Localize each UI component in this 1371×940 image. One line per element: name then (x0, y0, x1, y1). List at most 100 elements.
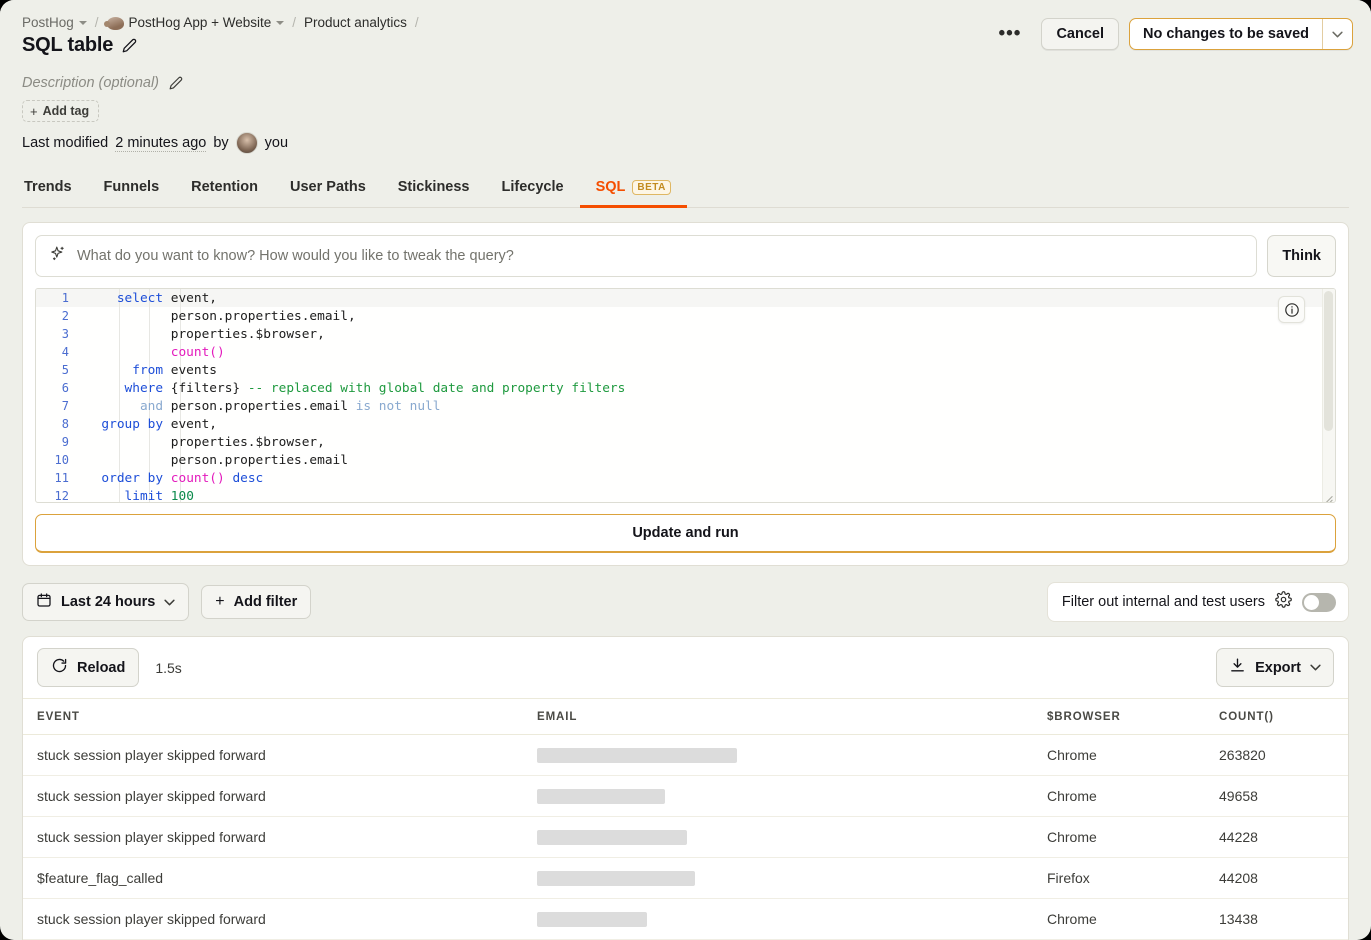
filters-left: Last 24 hours + Add filter (22, 583, 312, 621)
tab-stickiness[interactable]: Stickiness (382, 173, 486, 208)
filter-internal-users-toggle[interactable] (1302, 592, 1336, 612)
line-number: 5 (61, 363, 69, 377)
breadcrumb-item-product-analytics[interactable]: Product analytics (304, 15, 407, 30)
code-lines: 1 select event, 2 person.properties.email… (36, 289, 1335, 502)
cell-browser: Chrome (1033, 734, 1205, 776)
table-header-row: EVENT EMAIL $BROWSER COUNT() (23, 698, 1348, 735)
add-filter-button[interactable]: + Add filter (201, 585, 312, 619)
editor-scrollbar[interactable] (1322, 289, 1335, 502)
code-text: person.properties.email, (80, 309, 1335, 324)
add-filter-label: Add filter (233, 594, 298, 610)
code-line: 7 and person.properties.email is not nul… (36, 397, 1335, 415)
cancel-button[interactable]: Cancel (1041, 18, 1119, 50)
column-header-email[interactable]: EMAIL (523, 698, 1033, 735)
last-modified-by: by (213, 135, 229, 151)
code-text: where {filters} -- replaced with global … (80, 381, 1335, 396)
description-placeholder: Description (optional) (22, 75, 160, 91)
code-line: 2 person.properties.email, (36, 307, 1335, 325)
table-row[interactable]: stuck session player skipped forward Chro… (23, 898, 1348, 940)
reload-button[interactable]: Reload (37, 648, 140, 687)
export-button[interactable]: Export (1216, 648, 1334, 687)
line-number: 7 (61, 399, 69, 413)
add-tag-button[interactable]: + Add tag (22, 100, 100, 122)
code-token: count() (170, 344, 225, 360)
tab-label: Funnels (103, 179, 160, 195)
filter-internal-users-control: Filter out internal and test users (1046, 582, 1349, 622)
table-row[interactable]: stuck session player skipped forward Chro… (23, 775, 1348, 817)
editor-resize-handle[interactable] (1322, 490, 1333, 502)
reload-label: Reload (77, 659, 126, 676)
column-header-event[interactable]: EVENT (23, 698, 523, 735)
tab-trends[interactable]: Trends (22, 173, 88, 208)
query-duration: 1.5s (155, 659, 182, 676)
last-modified-time[interactable]: 2 minutes ago (115, 135, 207, 152)
column-header-count[interactable]: COUNT() (1205, 698, 1348, 735)
gear-icon[interactable] (1275, 591, 1292, 613)
tab-label: Stickiness (397, 179, 470, 195)
toggle-knob (1304, 594, 1319, 610)
code-text: limit 100 (80, 489, 1335, 503)
avatar[interactable] (235, 132, 258, 154)
cell-email (523, 816, 1033, 858)
code-token: events (163, 362, 217, 378)
table-row[interactable]: stuck session player skipped forward Chro… (23, 816, 1348, 858)
code-text: properties.$browser, (80, 327, 1335, 342)
description-row[interactable]: Description (optional) (22, 75, 1349, 91)
sql-code-editor[interactable]: 1 select event, 2 person.properties.email… (35, 288, 1336, 503)
chevron-down-icon (78, 21, 87, 25)
save-dropdown-button[interactable] (1322, 19, 1352, 49)
query-editor-card: What do you want to know? How would you … (22, 222, 1349, 566)
tab-user-paths[interactable]: User Paths (274, 173, 382, 208)
table-row[interactable]: stuck session player skipped forward Chro… (23, 734, 1348, 776)
breadcrumb-separator: / (414, 14, 419, 30)
meta-section: Description (optional) + Add tag Last mo… (0, 67, 1371, 154)
code-token: person.properties.email (86, 452, 348, 468)
code-token: event, (163, 416, 217, 432)
more-options-button[interactable]: ••• (988, 24, 1031, 44)
editor-scrollbar-thumb[interactable] (1324, 291, 1333, 431)
results-panel: Reload 1.5s Export EVENT EMAIL $BROWSER … (22, 636, 1349, 940)
tab-retention[interactable]: Retention (175, 173, 274, 208)
cell-browser: Firefox (1033, 857, 1205, 899)
line-number: 1 (61, 291, 69, 305)
cell-count: 49658 (1205, 775, 1348, 817)
plus-icon: + (30, 103, 38, 119)
cell-count: 263820 (1205, 734, 1348, 776)
hedgehog-icon (103, 16, 124, 30)
last-modified-prefix: Last modified (22, 135, 109, 151)
tab-sql[interactable]: SQL BETA (579, 173, 687, 208)
beta-badge: BETA (632, 179, 671, 195)
update-and-run-button[interactable]: Update and run (35, 514, 1336, 553)
redacted-email (537, 829, 687, 845)
posthog-insight-page: PostHog / PostHog App + Website / Produc… (0, 0, 1371, 940)
date-range-label: Last 24 hours (61, 594, 156, 610)
code-text: order by count() desc (80, 471, 1335, 486)
save-button[interactable]: No changes to be saved (1130, 19, 1322, 49)
line-number: 2 (61, 309, 69, 323)
code-line: 3 properties.$browser, (36, 325, 1335, 343)
info-circle-icon[interactable] (1278, 296, 1305, 323)
code-token: group by (101, 416, 164, 432)
ai-prompt-placeholder: What do you want to know? How would you … (77, 248, 514, 264)
tab-funnels[interactable]: Funnels (88, 173, 176, 208)
pencil-icon[interactable] (169, 76, 184, 91)
code-line: 4 count() (36, 343, 1335, 361)
ai-prompt-input[interactable]: What do you want to know? How would you … (35, 235, 1258, 277)
breadcrumb-item-org[interactable]: PostHog (22, 15, 87, 30)
cell-event: stuck session player skipped forward (23, 816, 523, 858)
line-number: 4 (61, 345, 69, 359)
table-row[interactable]: $feature_flag_called Firefox 44208 (23, 857, 1348, 899)
column-header-browser[interactable]: $BROWSER (1033, 698, 1205, 735)
cell-event: stuck session player skipped forward (23, 734, 523, 776)
code-token: properties.$browser, (86, 326, 325, 342)
think-button[interactable]: Think (1267, 235, 1336, 277)
date-range-selector[interactable]: Last 24 hours (22, 583, 190, 621)
pencil-icon[interactable] (122, 38, 137, 53)
global-filters-row: Last 24 hours + Add filter Filter out in… (22, 582, 1349, 622)
top-bar: PostHog / PostHog App + Website / Produc… (0, 0, 1371, 67)
breadcrumb-item-project[interactable]: PostHog App + Website (103, 15, 285, 30)
tab-lifecycle[interactable]: Lifecycle (486, 173, 580, 208)
